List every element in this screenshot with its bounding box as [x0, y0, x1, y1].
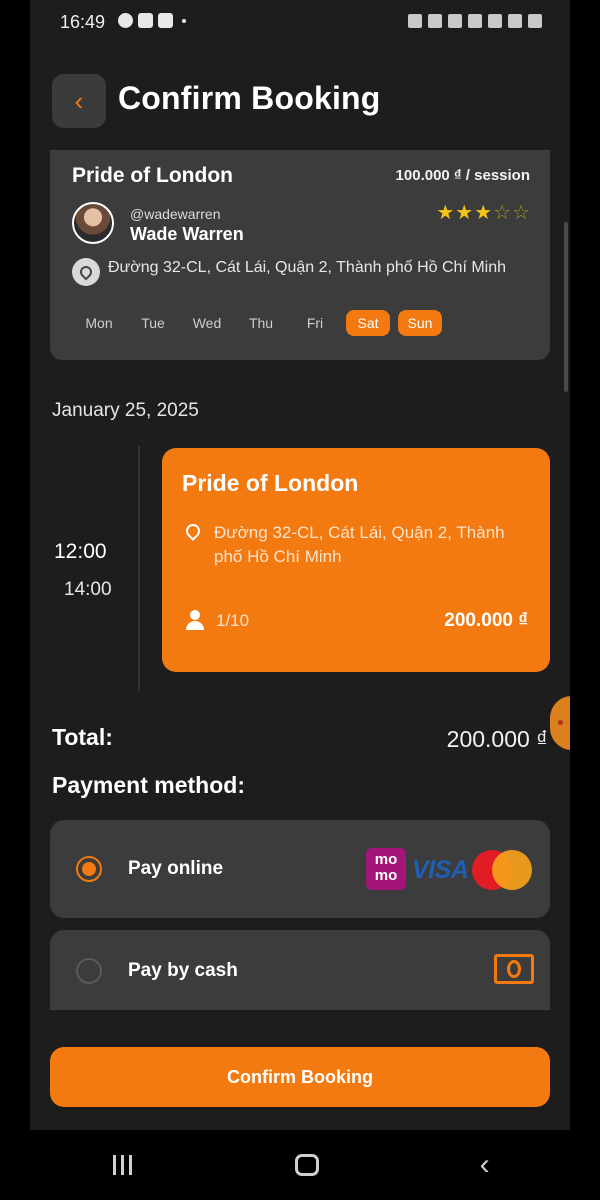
rating-stars: ★ ★ ★ ☆ ☆: [436, 200, 530, 225]
person-icon: [186, 610, 204, 630]
more-notifications-icon: [182, 18, 186, 23]
day-chip-wed[interactable]: Wed: [184, 310, 230, 336]
star-empty-icon: ☆: [512, 202, 530, 224]
total-value: 200.000 ₫: [446, 726, 548, 752]
day-chip-sun[interactable]: Sun: [398, 310, 442, 336]
home-icon[interactable]: [294, 1154, 319, 1176]
signal-icon: [508, 14, 522, 28]
session-address: Đường 32-CL, Cát Lái, Quận 2, Thành phố …: [214, 523, 505, 566]
pay-online-radio[interactable]: [76, 856, 102, 882]
star-filled-icon: ★: [474, 202, 493, 224]
volte-icon: [468, 14, 482, 28]
pitch-name: Pride of London: [72, 164, 233, 187]
back-nav-icon[interactable]: ‹: [480, 1150, 490, 1180]
time-start: 12:00: [54, 540, 107, 563]
page-title: Confirm Booking: [118, 80, 381, 116]
payment-method-title: Payment method:: [52, 772, 245, 798]
video-icon: [158, 13, 173, 28]
status-bar: 16:49: [30, 0, 570, 46]
cash-icon: [494, 954, 534, 984]
alarm-icon: [408, 14, 422, 28]
booking-date: January 25, 2025: [52, 400, 199, 421]
timeline-divider: [138, 446, 140, 691]
star-empty-icon: ☆: [493, 202, 512, 224]
session-slots: 1/10: [216, 611, 250, 630]
pitch-card: Pride of London 100.000 ₫ / session @wad…: [50, 150, 550, 360]
visa-logo-icon: VISA: [412, 856, 469, 884]
back-button[interactable]: ‹: [52, 74, 106, 128]
owner-name: Wade Warren: [130, 224, 244, 244]
app-screen: 16:49 ‹ Confirm Booking Pride of London …: [30, 0, 570, 1200]
time-end: 14:00: [64, 579, 112, 600]
floating-chat-bubble[interactable]: [550, 696, 570, 750]
day-selector: Mon Tue Wed Thu Fri Sat Sun: [76, 310, 442, 336]
battery-icon: [528, 14, 542, 28]
total-label: Total:: [52, 724, 113, 750]
day-chip-fri[interactable]: Fri: [292, 310, 338, 336]
pay-cash-label: Pay by cash: [128, 960, 238, 981]
day-chip-mon[interactable]: Mon: [76, 310, 122, 336]
day-chip-thu[interactable]: Thu: [238, 310, 284, 336]
pay-cash-radio[interactable]: [76, 958, 102, 984]
status-system-icons: [408, 14, 542, 28]
avatar: [72, 202, 114, 244]
location-pin-icon: [183, 521, 203, 541]
scrollbar[interactable]: [564, 222, 568, 392]
recents-icon[interactable]: [110, 1155, 134, 1175]
pay-cash-option[interactable]: Pay by cash: [50, 930, 550, 1010]
location-icon: [72, 258, 100, 286]
mute-icon: [428, 14, 442, 28]
session-card[interactable]: Pride of London Đường 32-CL, Cát Lái, Qu…: [162, 448, 550, 672]
day-chip-tue[interactable]: Tue: [130, 310, 176, 336]
day-chip-sat[interactable]: Sat: [346, 310, 390, 336]
pay-online-option[interactable]: Pay online mo mo VISA: [50, 820, 550, 918]
system-nav-bar: ‹: [30, 1130, 570, 1200]
messenger-icon: [118, 13, 133, 28]
momo-logo-icon: mo mo: [366, 848, 406, 890]
star-filled-icon: ★: [455, 202, 474, 224]
pay-online-label: Pay online: [128, 858, 224, 879]
chevron-left-icon: ‹: [74, 85, 84, 116]
header: ‹ Confirm Booking: [30, 70, 570, 134]
status-notification-icons: [118, 13, 186, 28]
session-title: Pride of London: [182, 470, 359, 496]
mastercard-logo-icon: [472, 850, 534, 890]
4g-icon: [488, 14, 502, 28]
gallery-icon: [138, 13, 153, 28]
pitch-price: 100.000 ₫ / session: [395, 167, 530, 184]
session-price: 200.000 ₫: [444, 610, 528, 631]
pitch-address: Đường 32-CL, Cát Lái, Quận 2, Thành phố …: [108, 259, 507, 276]
confirm-booking-button[interactable]: Confirm Booking: [50, 1047, 550, 1107]
status-time: 16:49: [60, 12, 106, 32]
star-filled-icon: ★: [436, 202, 455, 224]
hotspot-icon: [448, 14, 462, 28]
owner-handle: @wadewarren: [130, 206, 221, 222]
